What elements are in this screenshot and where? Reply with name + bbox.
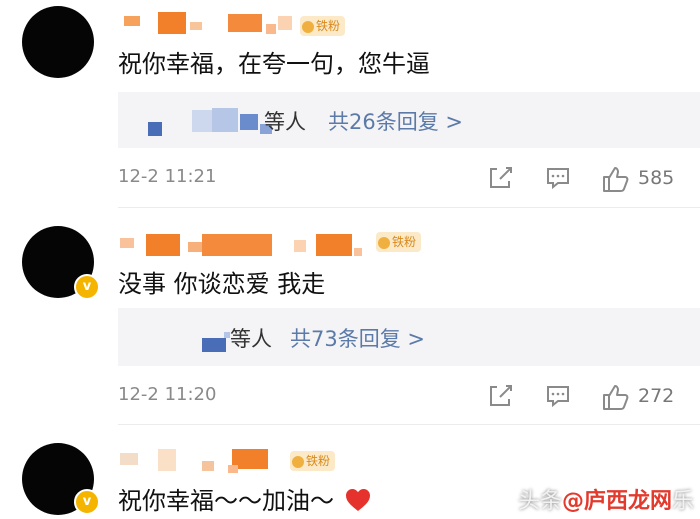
reply-who: 等人 [264, 110, 306, 134]
verified-badge: v [74, 274, 100, 300]
watermark-brand: @庐西龙网 [561, 489, 672, 514]
comment-icon[interactable] [544, 164, 572, 194]
thumbs-up-icon[interactable] [600, 382, 630, 412]
timestamp: 12-2 11:20 [118, 384, 217, 405]
reply-count-link[interactable]: 共26条回复 > [328, 106, 463, 136]
username-pixelated[interactable] [118, 12, 318, 40]
like-count: 585 [638, 167, 675, 189]
reply-summary[interactable]: 等人 共73条回复 > [118, 308, 700, 366]
comment-item: 铁粉 祝你幸福，在夸一句，您牛逼 等人 共26条回复 > 12-2 11:21 … [0, 0, 700, 210]
reply-summary[interactable]: 等人 共26条回复 > [118, 92, 700, 148]
reply-usernames-pixelated [144, 106, 284, 136]
share-icon[interactable] [486, 382, 514, 412]
comment-meta: 12-2 11:21 585 [118, 164, 678, 194]
watermark-prefix: 头条 [517, 489, 562, 514]
comment-text-content: 祝你幸福～～加油～ [118, 487, 334, 515]
fan-badge-icon [292, 455, 304, 468]
reply-usernames-pixelated [178, 322, 238, 352]
fan-badge: 铁粉 [300, 16, 346, 36]
heart-icon [345, 489, 370, 511]
watermark: 头条@庐西龙网乐 [518, 483, 694, 515]
fan-badge-icon [302, 20, 314, 33]
fan-badge: 铁粉 [376, 232, 422, 252]
fan-badge-icon [378, 236, 390, 249]
like-count: 272 [638, 385, 675, 407]
reply-who: 等人 [230, 327, 272, 351]
share-icon[interactable] [486, 164, 514, 194]
divider [118, 207, 700, 208]
comment-item: v 铁粉 没事 你谈恋爱 我走 等人 共73条回复 > 12-2 11:20 2… [0, 210, 700, 425]
verified-badge: v [74, 489, 100, 515]
username-pixelated[interactable] [118, 232, 368, 260]
comment-meta: 12-2 11:20 272 [118, 382, 678, 412]
reply-count-link[interactable]: 共73条回复 > [290, 323, 425, 353]
comment-text: 祝你幸福～～加油～ [118, 481, 372, 516]
thumbs-up-icon[interactable] [600, 164, 630, 194]
username-pixelated[interactable] [118, 447, 278, 475]
watermark-suffix: 乐 [671, 489, 694, 514]
comment-text: 没事 你谈恋爱 我走 [118, 270, 326, 298]
fan-badge: 铁粉 [290, 451, 336, 471]
comment-text: 祝你幸福，在夸一句，您牛逼 [118, 50, 430, 78]
avatar[interactable] [22, 6, 94, 78]
comment-icon[interactable] [544, 382, 572, 412]
timestamp: 12-2 11:21 [118, 166, 217, 187]
